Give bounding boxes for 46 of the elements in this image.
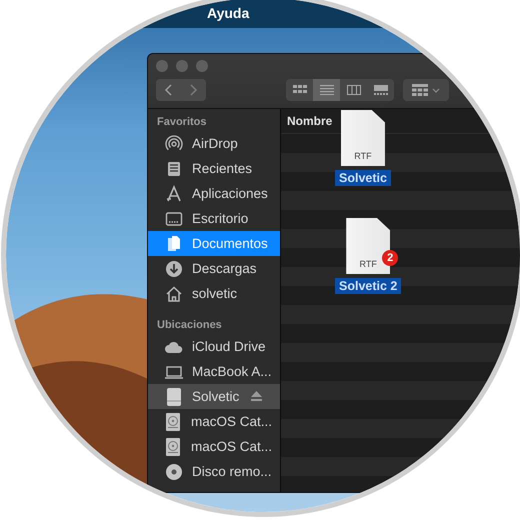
- menu-item[interactable]: Ayuda: [207, 5, 250, 21]
- sidebar-item[interactable]: macOS Cat...: [148, 409, 280, 434]
- documents-icon: [165, 234, 183, 252]
- forward-chevron-icon: [190, 84, 198, 96]
- columns-view-icon: [346, 85, 360, 95]
- group-button[interactable]: [403, 79, 449, 101]
- file-type-label: RTF: [360, 259, 377, 269]
- view-button[interactable]: [313, 79, 340, 101]
- minimize-button[interactable]: [176, 60, 188, 72]
- icon-view-icon: [292, 85, 306, 95]
- list-view-icon: [320, 85, 334, 95]
- eject-icon[interactable]: [251, 391, 262, 401]
- file-type-label: RTF: [354, 151, 372, 161]
- sidebar-item[interactable]: Solvetic: [148, 384, 280, 409]
- sidebar-item[interactable]: Escritorio: [148, 206, 280, 231]
- sidebar-item[interactable]: AirDrop: [148, 131, 280, 156]
- disc-icon: [165, 462, 183, 480]
- sidebar-section-title: Favoritos: [156, 115, 208, 130]
- sidebar-item[interactable]: Aplicaciones: [148, 181, 280, 206]
- download-icon: [165, 260, 183, 278]
- sidebar-item[interactable]: solvetic: [148, 281, 280, 306]
- grid-icon: [412, 84, 428, 96]
- sidebar-section-title: Ubicaciones: [156, 318, 223, 333]
- close-button[interactable]: [156, 60, 168, 72]
- sidebar-item[interactable]: MacBook A...: [148, 359, 280, 384]
- rtf-file-icon[interactable]: RTF: [340, 110, 385, 166]
- sidebar-item[interactable]: macOS Cat...: [148, 434, 280, 459]
- airdrop-icon: [165, 134, 183, 152]
- sidebar-item[interactable]: Recientes: [148, 156, 280, 181]
- sidebar-item[interactable]: iCloud Drive: [148, 334, 280, 359]
- file-name: Solvetic 2: [335, 278, 402, 294]
- home-icon: [165, 284, 183, 302]
- sidebar-item[interactable]: Disco remo...: [148, 459, 280, 484]
- desktop-icon: [165, 210, 183, 228]
- applications-icon: [165, 184, 183, 202]
- gallery-view-icon: [374, 85, 388, 95]
- sidebar-item[interactable]: Documentos: [148, 231, 280, 256]
- chevron-down-icon: [432, 88, 440, 92]
- back-chevron-icon: [164, 84, 172, 96]
- disk-image-icon: [164, 436, 182, 456]
- tray-icon: [165, 160, 183, 178]
- drive-icon: [165, 386, 183, 406]
- sidebar-item[interactable]: Descargas: [148, 256, 280, 281]
- disk-image-icon: [164, 412, 182, 432]
- zoom-button[interactable]: [196, 60, 208, 72]
- file-name: Solvetic: [335, 170, 391, 186]
